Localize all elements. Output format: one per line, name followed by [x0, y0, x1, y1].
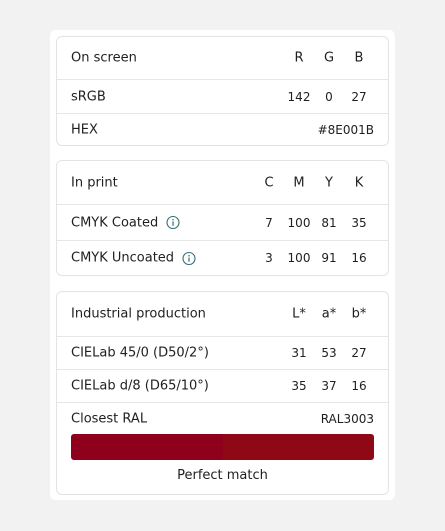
hex-value: #8E001B [317, 123, 374, 137]
cielab-1-a-value: 53 [321, 346, 337, 360]
srgb-b-value: 27 [351, 89, 367, 104]
in-print-title: In print [71, 175, 118, 190]
col-b-star-header: b* [351, 306, 367, 322]
coated-c-value: 7 [265, 215, 273, 230]
coated-m-value: 100 [287, 215, 311, 230]
on-screen-header-row: On screen R G B [57, 37, 388, 80]
match-status: Perfect match [177, 468, 268, 483]
cmyk-coated-label: CMYK Coated [71, 215, 159, 230]
closest-ral-value: RAL3003 [320, 412, 374, 426]
on-screen-card: On screen R G B sRGB 142 0 27 HEX #8E001… [56, 36, 389, 146]
col-y-header: Y [325, 175, 333, 190]
industrial-title: Industrial production [71, 306, 206, 322]
srgb-r-value: 142 [287, 89, 311, 104]
col-l-header: L* [292, 306, 306, 322]
industrial-card: Industrial production L* a* b* CIELab 45… [56, 291, 389, 495]
ral-color-swatch [222, 434, 374, 460]
cielab-2-label: CIELab d/8 (D65/10°) [71, 378, 209, 394]
srgb-label: sRGB [71, 89, 106, 104]
closest-ral-row: Closest RAL RAL3003 [57, 403, 388, 435]
col-c-header: C [264, 175, 274, 190]
col-k-header: K [354, 175, 364, 190]
cielab-1-label: CIELab 45/0 (D50/2°) [71, 345, 209, 361]
hex-row: HEX #8E001B [57, 114, 388, 146]
cmyk-uncoated-row: CMYK Uncoated 3 100 91 16 [57, 241, 388, 275]
industrial-header-row: Industrial production L* a* b* [57, 292, 388, 337]
cmyk-uncoated-label-wrap: CMYK Uncoated [71, 251, 196, 266]
uncoated-k-value: 16 [351, 251, 367, 265]
cielab-1-l-value: 31 [291, 346, 307, 360]
coated-y-value: 81 [321, 215, 337, 230]
uncoated-c-value: 3 [265, 251, 273, 265]
color-details-panel: On screen R G B sRGB 142 0 27 HEX #8E001… [50, 30, 395, 500]
hex-label: HEX [71, 122, 98, 138]
info-icon[interactable] [166, 215, 180, 230]
cmyk-uncoated-label: CMYK Uncoated [71, 250, 175, 266]
in-print-header-row: In print C M Y K [57, 161, 388, 205]
cmyk-coated-row: CMYK Coated 7 100 81 35 [57, 205, 388, 241]
on-screen-title: On screen [71, 50, 137, 66]
cmyk-coated-label-wrap: CMYK Coated [71, 215, 180, 230]
cielab-2-b-value: 16 [351, 379, 367, 393]
coated-k-value: 35 [351, 215, 367, 230]
col-r-header: R [294, 50, 304, 66]
col-g-header: G [323, 50, 335, 66]
color-comparison-swatch [71, 434, 374, 460]
cielab-2-a-value: 37 [321, 379, 337, 393]
cielab-2-row: CIELab d/8 (D65/10°) 35 37 16 [57, 370, 388, 403]
cielab-1-b-value: 27 [351, 346, 367, 360]
col-m-header: M [293, 175, 305, 190]
closest-ral-label: Closest RAL [71, 411, 148, 427]
col-b-header: B [354, 50, 364, 66]
target-color-swatch [71, 434, 223, 460]
uncoated-y-value: 91 [321, 251, 337, 265]
srgb-g-value: 0 [325, 89, 333, 104]
col-a-header: a* [321, 306, 337, 322]
cielab-1-row: CIELab 45/0 (D50/2°) 31 53 27 [57, 337, 388, 370]
uncoated-m-value: 100 [287, 251, 311, 265]
srgb-row: sRGB 142 0 27 [57, 80, 388, 114]
in-print-card: In print C M Y K CMYK Coated 7 100 81 35… [56, 160, 389, 276]
cielab-2-l-value: 35 [291, 379, 307, 393]
info-icon[interactable] [182, 251, 196, 265]
